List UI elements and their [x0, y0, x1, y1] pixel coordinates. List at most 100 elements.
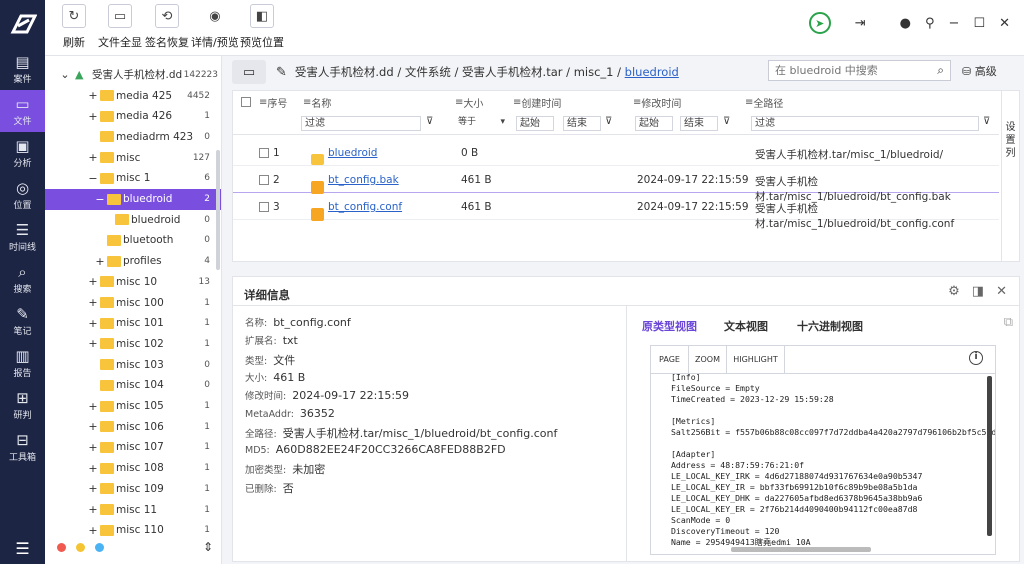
tree-root[interactable]: ⌄ ▲ 受害人手机检材.dd 142223: [45, 64, 221, 85]
breadcrumb-segment[interactable]: 受害人手机检材.tar: [462, 65, 562, 79]
breadcrumb-current[interactable]: bluedroid: [625, 65, 679, 79]
expand-icon[interactable]: +: [88, 400, 98, 413]
name-filter[interactable]: 过滤: [301, 116, 421, 131]
expand-icon[interactable]: +: [88, 420, 98, 433]
tree-item[interactable]: + misc 10 13: [45, 271, 221, 292]
col-size[interactable]: ≡ 大小: [455, 91, 483, 113]
expand-icon[interactable]: +: [88, 151, 98, 164]
file-name-link[interactable]: bt_config.conf: [328, 201, 402, 213]
filter-icon[interactable]: ⊽: [605, 116, 612, 127]
expand-icon[interactable]: +: [88, 482, 98, 495]
expand-icon[interactable]: +: [88, 317, 98, 330]
filter-icon[interactable]: ⊽: [426, 116, 433, 127]
nav-item-analysis[interactable]: ▣ 分析: [0, 132, 45, 174]
path-filter[interactable]: 过滤: [751, 116, 979, 131]
folder-view-button[interactable]: ▭: [232, 60, 266, 84]
minimize-icon[interactable]: −: [949, 16, 960, 31]
viewer-vscroll[interactable]: [987, 376, 992, 536]
expand-icon[interactable]: +: [88, 524, 98, 537]
expand-icon[interactable]: +: [88, 275, 98, 288]
table-row[interactable]: 2 bt_config.bak 461 B 2024-09-17 22:15:59 受害…: [233, 166, 999, 203]
tree-item[interactable]: + profiles 4: [45, 251, 221, 272]
created-end[interactable]: 结束: [563, 116, 601, 131]
tree-item[interactable]: + media 426 1: [45, 106, 221, 127]
col-fullpath[interactable]: ≡ 全路径: [745, 91, 783, 113]
close-icon[interactable]: ✕: [996, 284, 1007, 299]
table-row[interactable]: 1 bluedroid 0 B 受害人手机检材.tar/misc_1/bluedroi…: [233, 139, 999, 166]
panel-icon[interactable]: ◨: [972, 284, 984, 299]
tree-item[interactable]: + misc 105 1: [45, 396, 221, 417]
search-input[interactable]: [775, 64, 925, 77]
nav-item-search[interactable]: ⌕ 搜索: [0, 258, 45, 300]
tree-item[interactable]: + media 425 4452: [45, 85, 221, 106]
tree-scrollbar[interactable]: [216, 150, 220, 270]
pin-icon[interactable]: ⚲: [925, 16, 935, 31]
tree-item[interactable]: + misc 101 1: [45, 313, 221, 334]
nav-item-report[interactable]: ▥ 报告: [0, 342, 45, 384]
tree-item[interactable]: + misc 108 1: [45, 458, 221, 479]
advanced-search-button[interactable]: ⛁ 高级: [962, 63, 997, 79]
nav-item-file[interactable]: ▭ 文件: [0, 90, 45, 132]
tree-item[interactable]: + misc 100 1: [45, 292, 221, 313]
row-checkbox[interactable]: [259, 175, 269, 185]
col-name[interactable]: ≡ 名称: [303, 91, 331, 113]
modified-end[interactable]: 结束: [680, 116, 718, 131]
tree-item[interactable]: + misc 107 1: [45, 437, 221, 458]
select-all[interactable]: ≡ 序号: [241, 91, 287, 113]
col-modified[interactable]: ≡ 修改时间: [633, 91, 681, 113]
maximize-icon[interactable]: ☐: [973, 16, 985, 31]
preview-position-button[interactable]: ◧ 预览位置: [240, 4, 284, 50]
created-start[interactable]: 起始: [516, 116, 554, 131]
nav-item-toolbox[interactable]: ⊟ 工具箱: [0, 426, 45, 468]
nav-item-location[interactable]: ◎ 位置: [0, 174, 45, 216]
tree-item[interactable]: misc 104 0: [45, 375, 221, 396]
checkbox-icon[interactable]: [241, 97, 251, 107]
size-op-select[interactable]: 等于 ▾: [455, 116, 507, 131]
viewer-button[interactable]: ZOOM: [689, 346, 727, 373]
expand-icon[interactable]: +: [88, 296, 98, 309]
expand-icon[interactable]: +: [88, 462, 98, 475]
export-icon[interactable]: ⇥: [855, 16, 866, 31]
user-icon[interactable]: ●: [900, 16, 911, 31]
close-icon[interactable]: ✕: [999, 16, 1010, 31]
breadcrumb-segment[interactable]: 文件系统: [405, 65, 451, 79]
tree-item[interactable]: + misc 11 1: [45, 499, 221, 520]
viewer-tab[interactable]: 十六进制视图: [797, 318, 863, 334]
tree-item[interactable]: bluedroid 0: [45, 209, 221, 230]
viewer-hscroll[interactable]: [731, 547, 871, 552]
tree-item[interactable]: bluetooth 0: [45, 230, 221, 251]
tree-item[interactable]: + misc 106 1: [45, 416, 221, 437]
edit-icon[interactable]: ✎: [276, 65, 287, 80]
col-created[interactable]: ≡ 创建时间: [513, 91, 561, 113]
file-name-link[interactable]: bt_config.bak: [328, 174, 399, 186]
expand-icon[interactable]: +: [88, 441, 98, 454]
search-icon[interactable]: ⌕: [937, 63, 944, 78]
menu-icon[interactable]: ☰: [0, 539, 45, 558]
tree-item[interactable]: mediadrm 423 0: [45, 126, 221, 147]
viewer-button[interactable]: PAGE: [651, 346, 689, 373]
breadcrumb-segment[interactable]: 受害人手机检材.dd: [295, 65, 394, 79]
viewer-tab[interactable]: 文本视图: [724, 318, 768, 334]
expand-icon[interactable]: +: [88, 503, 98, 516]
nav-item-judge[interactable]: ⊞ 研判: [0, 384, 45, 426]
expand-icon[interactable]: +: [95, 255, 105, 268]
collapse-icon[interactable]: −: [88, 172, 98, 185]
tree-item[interactable]: + misc 109 1: [45, 478, 221, 499]
viewer-tab[interactable]: 原类型视图: [642, 318, 697, 334]
expand-icon[interactable]: +: [88, 89, 98, 102]
nav-item-case[interactable]: ▤ 案件: [0, 48, 45, 90]
tree-item[interactable]: misc 103 0: [45, 354, 221, 375]
tree-item[interactable]: + misc 110 1: [45, 520, 221, 541]
collapse-icon[interactable]: −: [95, 193, 105, 206]
status-icon[interactable]: ➤: [808, 12, 831, 34]
file-name-link[interactable]: bluedroid: [328, 147, 377, 159]
tree-item[interactable]: + misc 127: [45, 147, 221, 168]
table-row[interactable]: 3 bt_config.conf 461 B 2024-09-17 22:15:59 受…: [233, 193, 999, 230]
row-checkbox[interactable]: [259, 148, 269, 158]
open-external-icon[interactable]: ⧉: [1004, 315, 1013, 330]
tree-item[interactable]: − bluedroid 2: [45, 188, 221, 210]
expand-icon[interactable]: +: [88, 110, 98, 123]
row-checkbox[interactable]: [259, 202, 269, 212]
viewer-button[interactable]: HIGHLIGHT: [727, 346, 785, 373]
breadcrumb-segment[interactable]: misc_1: [574, 65, 614, 79]
